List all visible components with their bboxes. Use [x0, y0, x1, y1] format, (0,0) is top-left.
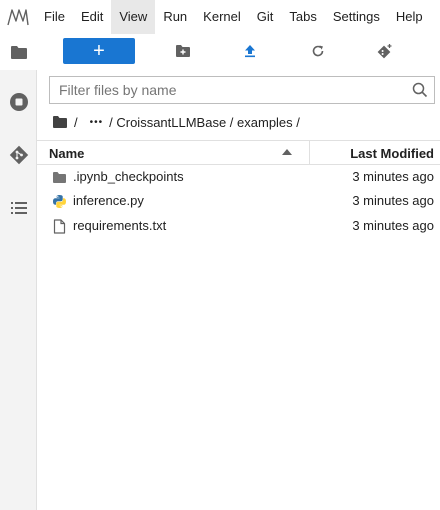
folder-icon [51, 169, 67, 185]
refresh-icon [312, 45, 324, 57]
column-header-name[interactable]: Name [49, 146, 84, 161]
file-name: inference.py [73, 193, 144, 208]
filter-files-input[interactable] [50, 77, 406, 103]
breadcrumb-root-separator: / [74, 114, 78, 130]
git-clone-icon [377, 44, 392, 59]
menu-tabs[interactable]: Tabs [281, 0, 324, 34]
sidebar-tab-running[interactable] [0, 84, 37, 120]
new-launcher-button[interactable]: + [63, 38, 135, 64]
file-name: requirements.txt [73, 218, 167, 233]
git-icon [9, 145, 28, 165]
menu-edit[interactable]: Edit [73, 0, 111, 34]
upload-button[interactable] [240, 38, 260, 64]
menu-settings[interactable]: Settings [325, 0, 388, 34]
text-file-icon [51, 218, 67, 234]
search-icon[interactable] [406, 82, 434, 98]
file-last-modified: 3 minutes ago [352, 193, 434, 208]
file-last-modified: 3 minutes ago [352, 169, 434, 184]
file-last-modified: 3 minutes ago [352, 218, 434, 233]
list-icon [10, 202, 27, 214]
folder-icon [11, 45, 27, 59]
python-file-icon [51, 193, 67, 209]
breadcrumb-path[interactable]: / CroissantLLMBase / examples / [109, 115, 300, 130]
column-header-last-modified[interactable]: Last Modified [350, 146, 434, 161]
sort-ascending-icon[interactable] [282, 149, 292, 155]
home-folder-icon[interactable] [52, 115, 68, 129]
breadcrumb-ellipsis[interactable]: ••• [90, 117, 104, 128]
column-resize-handle[interactable] [309, 141, 310, 164]
menu-git[interactable]: Git [249, 0, 282, 34]
filter-box [49, 76, 435, 104]
left-sidebar [0, 34, 38, 510]
refresh-button[interactable] [308, 38, 328, 64]
menu-run[interactable]: Run [155, 0, 195, 34]
jupyter-logo-icon [0, 0, 36, 34]
file-browser-toolbar: + [37, 34, 440, 70]
file-row-requirements-txt[interactable]: requirements.txt 3 minutes ago [37, 214, 440, 238]
sidebar-tab-git[interactable] [0, 137, 37, 173]
new-folder-button[interactable] [173, 38, 193, 64]
menu-help[interactable]: Help [388, 0, 431, 34]
sidebar-tab-file-browser[interactable] [0, 34, 38, 70]
file-list-header: Name Last Modified [37, 140, 440, 165]
menu-bar: File Edit View Run Kernel Git Tabs Setti… [0, 0, 440, 34]
new-folder-icon [176, 45, 190, 57]
menu-view[interactable]: View [111, 0, 156, 34]
breadcrumb: / ••• / CroissantLLMBase / examples / [52, 112, 306, 132]
stop-circle-icon [9, 93, 28, 111]
file-row-inference-py[interactable]: inference.py 3 minutes ago [37, 189, 440, 213]
file-name: .ipynb_checkpoints [73, 169, 184, 184]
file-row-ipynb-checkpoints[interactable]: .ipynb_checkpoints 3 minutes ago [37, 165, 440, 189]
upload-icon [245, 45, 255, 58]
git-clone-button[interactable] [375, 38, 395, 64]
sidebar-tab-toc[interactable] [0, 190, 37, 226]
menu-kernel[interactable]: Kernel [195, 0, 249, 34]
menu-file[interactable]: File [36, 0, 73, 34]
